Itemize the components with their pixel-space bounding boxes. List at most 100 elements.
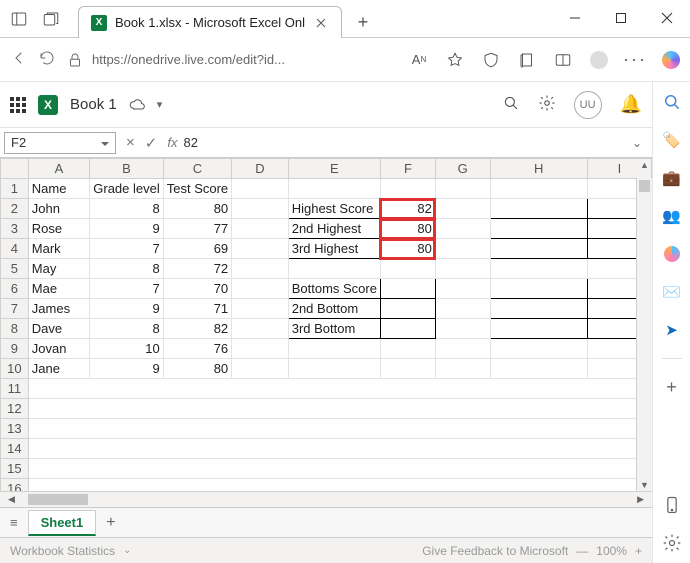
row-header[interactable]: 11 [1,379,29,399]
cell[interactable] [28,459,651,479]
cell[interactable] [28,419,651,439]
sidebar-toggle-icon[interactable] [10,10,28,31]
refresh-button[interactable] [38,49,56,70]
cell[interactable] [288,339,380,359]
cell[interactable]: 8 [90,199,163,219]
cell[interactable] [232,319,289,339]
row-header[interactable]: 5 [1,259,29,279]
cell[interactable]: 2nd Bottom [288,299,380,319]
cell[interactable] [380,339,435,359]
row-header[interactable]: 9 [1,339,29,359]
zoom-in-button[interactable]: + [635,544,642,558]
cell[interactable]: Highest Score [288,199,380,219]
cell[interactable] [380,319,435,339]
cell[interactable]: John [28,199,89,219]
cell[interactable]: 80 [380,239,435,259]
cell[interactable] [288,259,380,279]
cell[interactable]: 7 [90,279,163,299]
cell[interactable] [232,259,289,279]
add-sheet-button[interactable]: + [96,514,125,532]
cell[interactable] [490,299,587,319]
cell[interactable] [232,279,289,299]
tag-icon[interactable]: 🏷️ [662,130,682,150]
cell[interactable]: Grade level [90,179,163,199]
cell[interactable] [490,179,587,199]
row-header[interactable]: 8 [1,319,29,339]
cell[interactable] [28,399,651,419]
close-window-button[interactable] [644,0,690,37]
favorite-icon[interactable] [446,51,464,69]
row-header[interactable]: 7 [1,299,29,319]
cell[interactable] [490,279,587,299]
cell[interactable] [435,219,490,239]
cell[interactable] [28,379,651,399]
cell[interactable]: Test Score [163,179,231,199]
col-header[interactable]: C [163,159,231,179]
cell[interactable] [232,359,289,379]
spreadsheet-grid[interactable]: A B C D E F G H I 1 Name Grade level Tes… [0,158,652,492]
cell[interactable] [435,279,490,299]
cell[interactable] [232,339,289,359]
cell[interactable]: 8 [90,259,163,279]
user-avatar[interactable]: UU [574,91,602,119]
zoom-out-button[interactable]: — [576,544,588,558]
sheet-tab-active[interactable]: Sheet1 [28,510,97,536]
cell[interactable] [435,299,490,319]
row-header[interactable]: 3 [1,219,29,239]
cell[interactable]: Jane [28,359,89,379]
cell[interactable] [232,239,289,259]
row-header[interactable]: 4 [1,239,29,259]
copilot-icon[interactable] [662,51,680,69]
cell[interactable]: 2nd Highest [288,219,380,239]
settings-gear-icon[interactable] [538,94,556,115]
col-header[interactable]: B [90,159,163,179]
header-chevron-down-icon[interactable]: ▾ [157,98,163,111]
row-header[interactable]: 13 [1,419,29,439]
col-header[interactable]: H [490,159,587,179]
expand-formula-bar-icon[interactable]: ⌄ [632,136,652,150]
row-header[interactable]: 6 [1,279,29,299]
vertical-scrollbar[interactable] [636,178,652,492]
fx-label[interactable]: fx [167,135,183,150]
all-sheets-icon[interactable]: ≡ [0,515,28,530]
cell[interactable] [435,199,490,219]
cell[interactable]: 80 [380,219,435,239]
row-header[interactable]: 2 [1,199,29,219]
cell[interactable] [380,259,435,279]
browser-tab-active[interactable]: X Book 1.xlsx - Microsoft Excel Onl [78,6,342,38]
cell[interactable]: 80 [163,199,231,219]
briefcase-icon[interactable]: 💼 [662,168,682,188]
zoom-level[interactable]: 100% [596,544,627,558]
col-header[interactable]: G [435,159,490,179]
maximize-button[interactable] [598,0,644,37]
more-icon[interactable]: ··· [626,51,644,69]
cell[interactable] [232,299,289,319]
cell[interactable] [28,439,651,459]
cell[interactable] [435,179,490,199]
cell[interactable]: 69 [163,239,231,259]
minimize-button[interactable] [552,0,598,37]
row-header[interactable]: 1 [1,179,29,199]
cloud-sync-icon[interactable] [129,97,145,113]
close-tab-icon[interactable] [313,15,329,31]
cell[interactable]: James [28,299,89,319]
app-launcher-icon[interactable] [10,97,26,113]
cell[interactable]: Jovan [28,339,89,359]
collections-icon[interactable] [518,51,536,69]
people-icon[interactable]: 👥 [662,206,682,226]
profile-icon[interactable] [590,51,608,69]
cell[interactable]: May [28,259,89,279]
cell[interactable]: Rose [28,219,89,239]
cell[interactable]: 3rd Bottom [288,319,380,339]
mobile-icon[interactable] [662,495,682,515]
cell[interactable]: 8 [90,319,163,339]
search-icon[interactable] [502,94,520,115]
cell[interactable]: 80 [163,359,231,379]
cell[interactable] [435,339,490,359]
cell[interactable]: Name [28,179,89,199]
cell-selected[interactable]: 82 [380,199,435,219]
cell[interactable] [232,219,289,239]
back-button[interactable] [10,49,28,70]
new-tab-button[interactable]: + [348,7,378,37]
cell[interactable]: 9 [90,299,163,319]
